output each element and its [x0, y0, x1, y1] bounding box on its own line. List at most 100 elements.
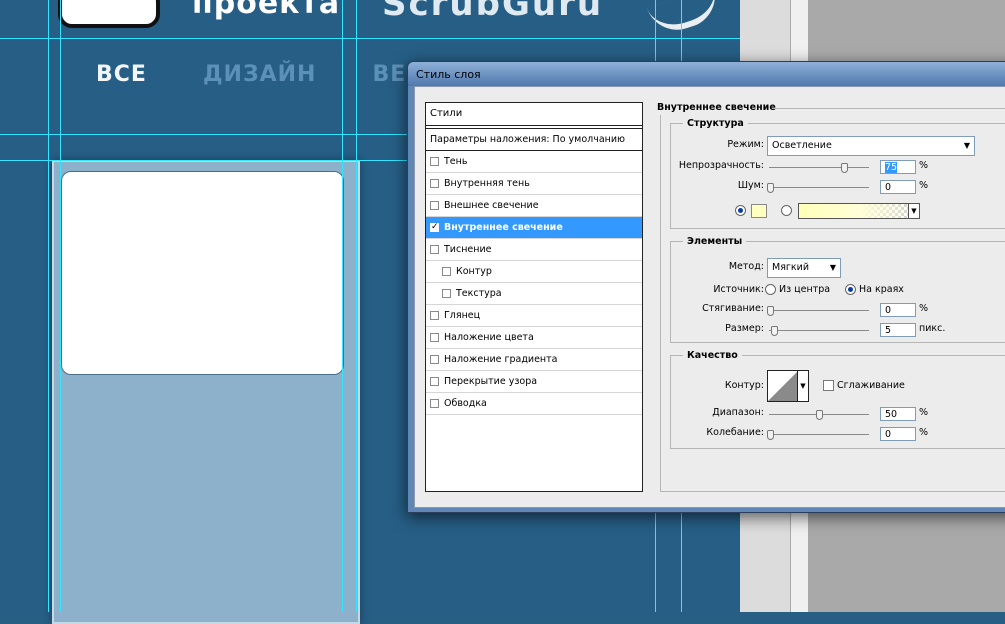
dialog-titlebar[interactable]: Стиль слоя — [408, 62, 1005, 86]
styles-header[interactable]: Стили — [426, 103, 642, 126]
size-label: Размер: — [725, 323, 764, 334]
guide-line — [0, 134, 407, 135]
opacity-input[interactable]: 75 — [880, 160, 916, 174]
effect-item[interactable]: Текстура — [426, 283, 642, 305]
source-center-radio[interactable] — [765, 284, 776, 295]
effect-item[interactable]: ✓ Внутреннее свечение — [426, 217, 642, 239]
opacity-slider[interactable] — [769, 167, 869, 168]
method-label: Метод: — [728, 261, 764, 272]
range-input[interactable]: 50 — [880, 407, 916, 421]
effect-checkbox[interactable] — [442, 267, 451, 276]
effect-item[interactable]: Тиснение — [426, 239, 642, 261]
effect-checkbox[interactable] — [430, 201, 439, 210]
blend-options-item[interactable]: Параметры наложения: По умолчанию — [426, 128, 642, 151]
effect-label: Внешнее свечение — [444, 200, 539, 211]
layer-style-dialog: Стиль слоя Стили Параметры наложения: По… — [407, 61, 1005, 513]
guide-line — [0, 38, 808, 39]
effect-item[interactable]: Перекрытие узора — [426, 371, 642, 393]
nav-item-all: ВСЕ — [96, 62, 147, 87]
effect-item[interactable]: Наложение цвета — [426, 327, 642, 349]
choke-unit: % — [919, 303, 929, 314]
noise-slider-thumb[interactable] — [767, 183, 774, 193]
method-select[interactable]: Мягкий ▼ — [767, 258, 841, 278]
size-slider[interactable] — [769, 330, 869, 331]
effect-label: Тиснение — [444, 244, 492, 255]
effect-item[interactable]: Обводка — [426, 393, 642, 415]
effect-item[interactable]: Тень — [426, 151, 642, 173]
effect-checkbox[interactable] — [430, 333, 439, 342]
opacity-unit: % — [919, 160, 929, 171]
guide-line — [342, 0, 343, 612]
choke-label: Стягивание: — [702, 303, 764, 314]
contour-label: Контур: — [724, 380, 764, 391]
jitter-input[interactable]: 0 — [880, 427, 916, 441]
canvas-headline-2: ScrubGuru — [382, 0, 604, 24]
method-value: Мягкий — [772, 262, 809, 273]
mode-value: Осветление — [772, 140, 832, 151]
effect-checkbox[interactable] — [430, 179, 439, 188]
dialog-body: Стили Параметры наложения: По умолчанию … — [414, 86, 1005, 508]
guide-line — [48, 0, 49, 612]
effect-item[interactable]: Внешнее свечение — [426, 195, 642, 217]
chevron-down-icon: ▼ — [963, 141, 970, 150]
jitter-slider-thumb[interactable] — [767, 430, 774, 440]
guide-line — [60, 0, 61, 612]
effect-label: Внутреннее свечение — [444, 222, 563, 233]
nav-item-design: ДИЗАЙН — [202, 62, 317, 87]
gradient-radio[interactable] — [781, 205, 792, 216]
styles-list: Стили Параметры наложения: По умолчанию … — [425, 102, 643, 492]
effect-item[interactable]: Наложение градиента — [426, 349, 642, 371]
range-label: Диапазон: — [712, 407, 764, 418]
contour-picker[interactable]: ▼ — [767, 370, 809, 402]
range-slider-thumb[interactable] — [816, 410, 823, 420]
choke-slider-thumb[interactable] — [767, 306, 774, 316]
effect-checkbox[interactable] — [430, 355, 439, 364]
canvas-panel-white-box — [61, 171, 344, 375]
effect-checkbox[interactable] — [430, 377, 439, 386]
effect-checkbox[interactable] — [442, 289, 451, 298]
source-edge-radio[interactable] — [845, 284, 856, 295]
jitter-label: Колебание: — [706, 427, 764, 438]
noise-slider[interactable] — [769, 187, 869, 188]
effect-label: Внутренняя тень — [444, 178, 530, 189]
size-input[interactable]: 5 — [880, 323, 916, 337]
effect-checkbox[interactable] — [430, 311, 439, 320]
effect-checkbox[interactable] — [430, 245, 439, 254]
effect-label: Перекрытие узора — [444, 376, 538, 387]
effect-item[interactable]: Внутренняя тень — [426, 173, 642, 195]
effect-item[interactable]: Контур — [426, 261, 642, 283]
section-rule-bottom — [660, 491, 1005, 492]
choke-slider[interactable] — [769, 310, 869, 311]
effect-checkbox[interactable] — [430, 157, 439, 166]
gradient-picker[interactable]: ▼ — [798, 203, 920, 219]
guide-line — [0, 160, 407, 161]
noise-input[interactable]: 0 — [880, 180, 916, 194]
section-title: Внутреннее свечение — [657, 102, 776, 113]
opacity-label: Непрозрачность: — [678, 160, 764, 171]
range-unit: % — [919, 407, 929, 418]
source-label: Источник: — [713, 284, 764, 295]
mode-label: Режим: — [727, 139, 764, 150]
canvas-headline: проекта — [192, 0, 341, 21]
color-radio[interactable] — [735, 205, 746, 216]
size-slider-thumb[interactable] — [771, 326, 778, 336]
jitter-slider[interactable] — [769, 434, 869, 435]
choke-input[interactable]: 0 — [880, 303, 916, 317]
effect-label: Наложение градиента — [444, 354, 558, 365]
noise-unit: % — [919, 180, 929, 191]
quality-title: Качество — [683, 350, 742, 361]
glow-color-swatch[interactable] — [751, 204, 767, 218]
nav-item-web: ВЕ — [372, 62, 407, 87]
mode-select[interactable]: Осветление ▼ — [767, 136, 975, 156]
chevron-down-icon: ▼ — [908, 204, 919, 218]
effect-label: Обводка — [444, 398, 487, 409]
effect-item[interactable]: Глянец — [426, 305, 642, 327]
effect-label: Текстура — [456, 288, 502, 299]
effect-checkbox[interactable]: ✓ — [430, 223, 439, 232]
opacity-slider-thumb[interactable] — [841, 163, 848, 173]
noise-label: Шум: — [737, 180, 764, 191]
effect-checkbox[interactable] — [430, 399, 439, 408]
section-rule — [773, 108, 1005, 109]
antialias-checkbox[interactable] — [823, 380, 834, 391]
elements-title: Элементы — [683, 236, 747, 247]
